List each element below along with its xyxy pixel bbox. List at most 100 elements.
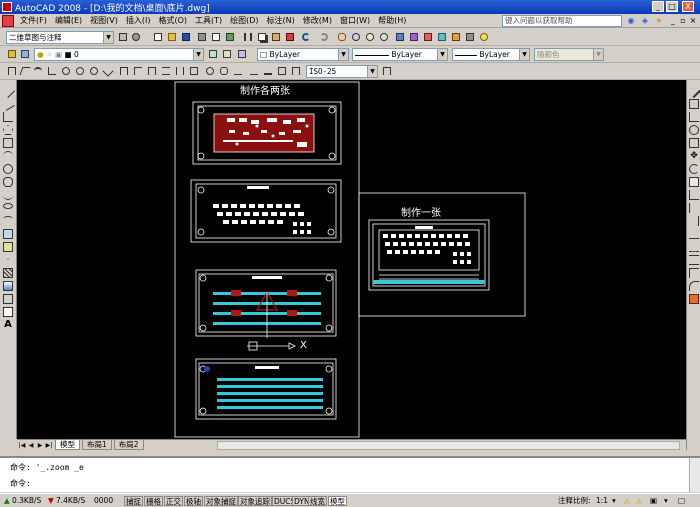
- doc-close-button[interactable]: ×: [688, 16, 698, 26]
- spline-icon[interactable]: [3, 190, 13, 200]
- angular-dim-icon[interactable]: [102, 65, 114, 77]
- jogged-linear-icon[interactable]: [232, 65, 244, 77]
- linetype-select[interactable]: ByLayer ▼: [352, 48, 448, 61]
- lineweight-select[interactable]: ByLayer ▼: [452, 48, 530, 61]
- publish-icon[interactable]: [224, 31, 236, 43]
- command-prompt[interactable]: 命令:: [10, 478, 31, 489]
- annotation-scale-value[interactable]: 1:1: [596, 496, 608, 506]
- tool-palettes-icon[interactable]: [422, 31, 434, 43]
- layer-manager-icon[interactable]: [6, 48, 18, 60]
- multiline-text-icon[interactable]: A: [3, 320, 13, 330]
- dim-break-icon[interactable]: [174, 65, 186, 77]
- menu-file[interactable]: 文件(F): [16, 15, 51, 26]
- menu-dimension[interactable]: 标注(N): [263, 15, 299, 26]
- properties-icon[interactable]: [394, 31, 406, 43]
- menu-view[interactable]: 视图(V): [86, 15, 122, 26]
- diameter-dim-icon[interactable]: [88, 65, 100, 77]
- otrack-toggle[interactable]: 对象追踪: [238, 496, 272, 506]
- menu-format[interactable]: 格式(O): [154, 15, 191, 26]
- plot-preview-icon[interactable]: [210, 31, 222, 43]
- menu-window[interactable]: 窗口(W): [336, 15, 374, 26]
- tab-model[interactable]: 模型: [55, 440, 80, 450]
- insert-block-icon[interactable]: [3, 229, 13, 239]
- rectangle-icon[interactable]: [3, 138, 13, 148]
- menu-edit[interactable]: 编辑(E): [51, 15, 86, 26]
- auto-scale-icon[interactable]: ◬: [636, 496, 642, 506]
- first-tab-icon[interactable]: |◀: [18, 441, 26, 450]
- dim-style-manager-icon[interactable]: [381, 65, 393, 77]
- make-current-layer-icon[interactable]: [207, 48, 219, 60]
- linear-dim-icon[interactable]: [6, 65, 18, 77]
- communication-center-icon[interactable]: ◈: [640, 16, 650, 26]
- drawing-svg[interactable]: [17, 80, 686, 439]
- command-scrollbar[interactable]: [689, 458, 700, 492]
- doc-restore-button[interactable]: ▫: [678, 16, 688, 26]
- baseline-dim-icon[interactable]: [132, 65, 144, 77]
- menu-insert[interactable]: 插入(I): [122, 15, 155, 26]
- polyline-icon[interactable]: [3, 112, 13, 122]
- clean-screen-icon[interactable]: □: [678, 496, 685, 506]
- osnap-toggle[interactable]: 对象捕捉: [204, 496, 238, 506]
- zoom-previous-icon[interactable]: [378, 31, 390, 43]
- snap-toggle[interactable]: 捕捉: [124, 496, 143, 506]
- ortho-toggle[interactable]: 正交: [164, 496, 183, 506]
- help-icon[interactable]: [478, 31, 490, 43]
- close-button[interactable]: X: [682, 1, 694, 12]
- markup-icon[interactable]: [450, 31, 462, 43]
- continue-dim-icon[interactable]: [146, 65, 158, 77]
- horizontal-scrollbar[interactable]: [217, 441, 680, 450]
- lineweight-toggle[interactable]: 线宽: [308, 496, 327, 506]
- undo-icon[interactable]: [300, 31, 312, 43]
- ordinate-dim-icon[interactable]: [46, 65, 58, 77]
- gear-icon[interactable]: [130, 31, 142, 43]
- tab-layout2[interactable]: 布局2: [113, 440, 144, 450]
- pan-icon[interactable]: [336, 31, 348, 43]
- circle-icon[interactable]: [3, 164, 13, 174]
- paste-icon[interactable]: [270, 31, 282, 43]
- dim-style-icon[interactable]: [290, 65, 302, 77]
- sheet-set-icon[interactable]: [436, 31, 448, 43]
- menu-modify[interactable]: 修改(M): [299, 15, 336, 26]
- trim-icon[interactable]: [689, 203, 699, 213]
- table-icon[interactable]: [3, 307, 13, 317]
- layer-select[interactable]: ● ☼ ▣ ■ 0 ▼: [34, 48, 204, 61]
- layer-isolate-icon[interactable]: [236, 48, 248, 60]
- open-file-icon[interactable]: [166, 31, 178, 43]
- construction-line-icon[interactable]: [1, 97, 15, 111]
- new-file-icon[interactable]: [152, 31, 164, 43]
- erase-icon[interactable]: [686, 83, 700, 99]
- break-icon[interactable]: [689, 242, 699, 252]
- chevron-down-icon[interactable]: ▾: [612, 496, 616, 506]
- grid-toggle[interactable]: 栅格: [144, 496, 163, 506]
- point-icon[interactable]: ·: [3, 255, 13, 265]
- layer-previous-icon[interactable]: [221, 48, 233, 60]
- drawing-area[interactable]: 制作各两张 制作一张 X: [17, 80, 686, 439]
- design-center-icon[interactable]: [408, 31, 420, 43]
- quick-dim-icon[interactable]: [118, 65, 130, 77]
- fillet-icon[interactable]: [689, 281, 699, 291]
- polar-toggle[interactable]: 极轴: [184, 496, 203, 506]
- search-icon[interactable]: ◉: [626, 16, 636, 26]
- tray-settings-icon[interactable]: ▾: [664, 496, 668, 506]
- ellipse-arc-icon[interactable]: [3, 216, 13, 222]
- center-mark-icon[interactable]: [204, 65, 216, 77]
- calculator-icon[interactable]: [464, 31, 476, 43]
- move-icon[interactable]: ✥: [689, 151, 699, 161]
- dim-update-icon[interactable]: [276, 65, 288, 77]
- prev-tab-icon[interactable]: ◀: [27, 441, 35, 450]
- doc-minimize-button[interactable]: _: [668, 16, 678, 26]
- model-toggle[interactable]: 模型: [328, 496, 347, 506]
- array-icon[interactable]: [689, 138, 699, 148]
- match-properties-icon[interactable]: [284, 31, 296, 43]
- chamfer-icon[interactable]: [689, 268, 699, 278]
- workspace-select[interactable]: 二维草图与注释 ▼: [6, 31, 114, 44]
- menu-tools[interactable]: 工具(T): [191, 15, 226, 26]
- tolerance-icon[interactable]: [188, 65, 200, 77]
- jogged-dim-icon[interactable]: [74, 65, 86, 77]
- copy-icon[interactable]: [256, 31, 268, 43]
- cut-icon[interactable]: [242, 31, 254, 43]
- revision-cloud-icon[interactable]: [3, 177, 13, 187]
- polygon-icon[interactable]: [3, 125, 13, 135]
- dimstyle-select[interactable]: ISO-25 ▼: [306, 65, 378, 78]
- dim-edit-icon[interactable]: [248, 65, 260, 77]
